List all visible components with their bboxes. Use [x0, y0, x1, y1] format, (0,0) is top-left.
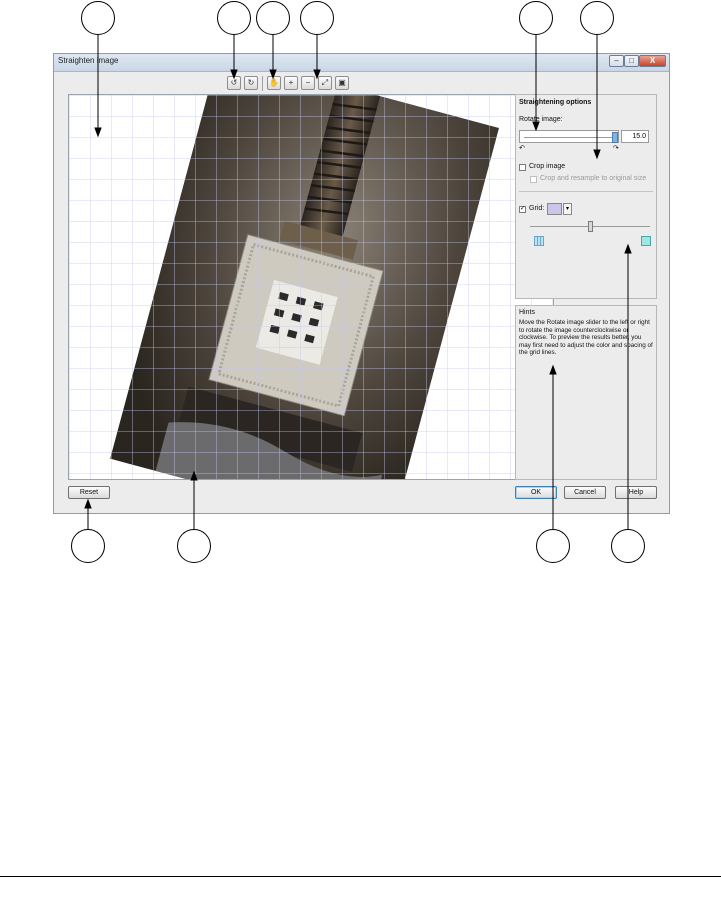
crop-image-label: Crop image: [529, 163, 566, 170]
rotate-left-icon[interactable]: ↺: [227, 76, 241, 90]
callout-preview-area: [177, 529, 211, 563]
callout-rotate-buttons: [217, 1, 251, 35]
rotate-ccw-icon: ↶: [519, 145, 525, 152]
grid-slider-thumb[interactable]: [588, 221, 593, 232]
grid-label: Grid:: [529, 205, 545, 212]
dialog-title: Straighten image: [58, 56, 119, 65]
crop-image-checkbox[interactable]: [519, 164, 526, 171]
hints-title: Hints: [519, 309, 535, 316]
small-grid-icon: [534, 236, 544, 246]
title-bar: Straighten image – □ X: [54, 54, 669, 72]
grid-color-swatch[interactable]: [547, 203, 562, 215]
callout-pan-tool: [256, 1, 290, 35]
callout-crop-options: [580, 1, 614, 35]
rotate-image-label: Rotate image:: [519, 116, 563, 123]
reset-button[interactable]: Reset: [68, 486, 110, 499]
grid-checkbox[interactable]: ✓: [519, 206, 526, 213]
minimize-button[interactable]: –: [609, 55, 624, 67]
rotate-cw-icon: ↷: [613, 145, 619, 152]
hints-panel: Hints Move the Rotate image slider to th…: [515, 305, 657, 480]
preview-window[interactable]: [68, 94, 554, 480]
options-heading: Straightening options: [519, 99, 592, 106]
help-button[interactable]: Help: [615, 486, 657, 499]
callout-hints: [536, 529, 570, 563]
rotate-right-icon[interactable]: ↻: [244, 76, 258, 90]
hints-text: Move the Rotate image slider to the left…: [519, 319, 653, 357]
preview-canvas: [69, 95, 553, 479]
grid-color-dropdown[interactable]: ▾: [563, 203, 572, 215]
fit-icon[interactable]: ⤢: [318, 76, 332, 90]
grid-spacing-slider[interactable]: [530, 221, 650, 232]
zoom-in-icon[interactable]: +: [284, 76, 298, 90]
rotate-slider-track: [524, 137, 614, 138]
rotate-slider-thumb[interactable]: [612, 132, 618, 143]
straighten-image-dialog: Straighten image – □ X ↺ ↻ ✋ + − ⤢ ▣ Str…: [53, 53, 670, 514]
cancel-button[interactable]: Cancel: [564, 486, 606, 499]
straightening-options-panel: Straightening options Rotate image: 15.0…: [515, 94, 657, 299]
rotate-value-input[interactable]: 15.0: [621, 130, 649, 143]
ok-button[interactable]: OK: [515, 486, 557, 499]
divider: [519, 191, 653, 192]
actual-size-icon[interactable]: ▣: [335, 76, 349, 90]
toolbar-separator: [262, 76, 263, 91]
maximize-button[interactable]: □: [624, 55, 639, 67]
large-grid-icon: [641, 236, 651, 246]
crop-resample-checkbox[interactable]: [530, 176, 537, 183]
crop-resample-label: Crop and resample to original size: [540, 175, 647, 182]
callout-grid-controls: [611, 529, 645, 563]
callout-zoom-tools: [300, 1, 334, 35]
zoom-out-icon[interactable]: −: [301, 76, 315, 90]
pan-icon[interactable]: ✋: [267, 76, 281, 90]
rotate-slider[interactable]: [519, 130, 619, 143]
page-rule: [0, 876, 721, 877]
callout-reset-button: [71, 529, 105, 563]
callout-preview-window: [81, 1, 115, 35]
callout-rotate-slider: [519, 1, 553, 35]
close-button[interactable]: X: [639, 55, 666, 67]
